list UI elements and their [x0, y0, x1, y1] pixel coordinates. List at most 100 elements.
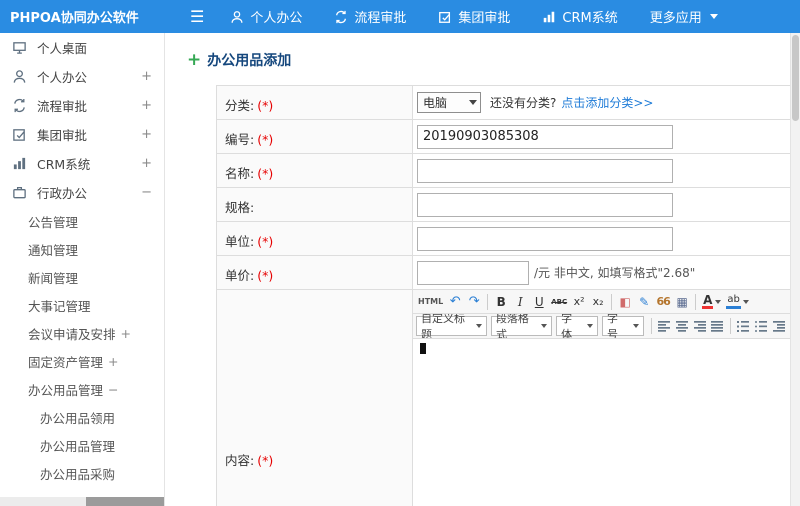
chevron-down-icon — [586, 324, 593, 328]
redo-icon[interactable]: ↷ — [465, 292, 483, 311]
sidebar-item-supplies-purchase[interactable]: 办公用品采购 — [0, 459, 164, 487]
editor-content-area[interactable] — [413, 339, 790, 506]
briefcase-icon — [12, 185, 28, 200]
indent-icon[interactable] — [770, 317, 787, 336]
name-label: 名称: (*) — [217, 154, 413, 187]
nav-personal-office[interactable]: 个人办公 — [230, 7, 302, 26]
required-mark: (*) — [257, 132, 274, 147]
form-row-category: 分类: (*) 电脑 还没有分类? 点击添加分类>> — [217, 86, 790, 120]
toolbar-separator — [611, 293, 613, 310]
nav-crm-system[interactable]: CRM系统 — [542, 7, 618, 26]
font-size-select[interactable]: 字号 — [601, 314, 644, 338]
sidebar-item-group-approval[interactable]: 集团审批 + — [0, 120, 164, 149]
expand-toggle[interactable]: + — [141, 156, 152, 171]
app-logo[interactable]: PHPOA协同办公软件 — [0, 7, 172, 26]
sidebar-item-label: 行政办公 — [37, 186, 88, 201]
expand-toggle[interactable]: + — [121, 326, 131, 341]
sidebar-item-supplies-manage[interactable]: 办公用品管理 — [0, 431, 164, 459]
custom-title-select[interactable]: 自定义标题 — [416, 314, 487, 338]
nav-label: CRM系统 — [562, 11, 618, 26]
source-code-button[interactable]: HTML — [416, 292, 445, 311]
blockquote-button[interactable]: 66 — [654, 292, 672, 311]
expand-toggle[interactable]: + — [108, 354, 118, 369]
nav-label: 更多应用 — [649, 11, 702, 26]
subscript-button[interactable]: x₂ — [589, 292, 607, 311]
editor-toolbar-row1: HTML ↶ ↷ B I U ABC x² x₂ ◧ ✎ 66 ▦ A ab — [413, 290, 790, 314]
sidebar-item-crm-system[interactable]: CRM系统 + — [0, 149, 164, 178]
paragraph-format-select[interactable]: 段落格式 — [490, 314, 553, 338]
sidebar-item-announcement-mgmt[interactable]: 公告管理 — [0, 207, 164, 235]
price-format-hint: /元 非中文, 如填写格式"2.68" — [534, 266, 696, 280]
chevron-down-icon — [709, 14, 718, 19]
text-cursor — [420, 343, 426, 354]
sidebar-item-admin-office[interactable]: 行政办公 − — [0, 178, 164, 207]
main-content: + 办公用品添加 分类: (*) 电脑 还没有分类? 点击添加分类>> 编号: (*… — [166, 33, 791, 506]
underline-button[interactable]: U — [530, 292, 548, 311]
undo-icon[interactable]: ↶ — [446, 292, 464, 311]
italic-button[interactable]: I — [511, 292, 529, 311]
nav-more-apps[interactable]: 更多应用 — [650, 7, 718, 26]
form-row-name: 名称: (*) — [217, 154, 790, 188]
sidebar-item-label: 办公用品领用 — [40, 410, 116, 426]
scrollbar-thumb[interactable] — [86, 497, 164, 506]
code-input[interactable] — [417, 124, 673, 149]
format-brush-icon[interactable]: ✎ — [635, 292, 653, 311]
ordered-list-icon[interactable] — [735, 317, 752, 336]
category-select-value: 电脑 — [423, 96, 448, 110]
chevron-down-icon — [715, 299, 722, 304]
chevron-down-icon — [469, 100, 477, 105]
chart-icon — [12, 156, 28, 171]
collapse-toggle[interactable]: − — [108, 382, 118, 397]
sidebar-item-news-mgmt[interactable]: 新闻管理 — [0, 263, 164, 291]
add-category-link[interactable]: 点击添加分类>> — [561, 94, 653, 111]
name-input[interactable] — [417, 158, 673, 183]
bold-button[interactable]: B — [492, 292, 510, 311]
align-left-icon[interactable] — [656, 317, 673, 336]
sidebar-item-label: 办公用品采购 — [40, 466, 116, 482]
align-justify-icon[interactable] — [709, 317, 726, 336]
nav-workflow-approval[interactable]: 流程审批 — [334, 7, 406, 26]
expand-toggle[interactable]: + — [141, 69, 152, 84]
highlight-color-button[interactable]: ab — [724, 292, 750, 311]
expand-toggle[interactable]: + — [141, 98, 152, 113]
eraser-icon[interactable]: ◧ — [616, 292, 634, 311]
sidebar-item-meeting-request[interactable]: 会议申请及安排 + — [0, 319, 164, 347]
sidebar-item-personal-office[interactable]: 个人办公 + — [0, 62, 164, 91]
toolbar-separator — [650, 318, 652, 334]
expand-toggle[interactable]: + — [141, 127, 152, 142]
price-input[interactable] — [417, 260, 529, 285]
collapse-toggle[interactable]: − — [141, 185, 152, 200]
required-mark: (*) — [257, 453, 274, 468]
sidebar-item-notice-mgmt[interactable]: 通知管理 — [0, 235, 164, 263]
align-center-icon[interactable] — [673, 317, 690, 336]
sidebar-item-personal-desktop[interactable]: 个人桌面 — [0, 33, 164, 62]
unit-input[interactable] — [417, 226, 673, 251]
category-select[interactable]: 电脑 — [417, 92, 481, 113]
align-right-icon[interactable] — [691, 317, 708, 336]
spec-input[interactable] — [417, 192, 673, 217]
unordered-list-icon[interactable] — [752, 317, 769, 336]
category-hint: 还没有分类? — [490, 96, 557, 110]
scrollbar-thumb[interactable] — [792, 35, 799, 121]
sidebar-item-office-supplies-mgmt[interactable]: 办公用品管理 − — [0, 375, 164, 403]
sidebar-item-label: 办公用品管理 — [28, 382, 104, 398]
sidebar-item-supplies-claim[interactable]: 办公用品领用 — [0, 403, 164, 431]
table-icon[interactable]: ▦ — [673, 292, 691, 311]
vertical-scrollbar[interactable] — [790, 33, 800, 506]
nav-group-approval[interactable]: 集团审批 — [438, 7, 510, 26]
font-color-button[interactable]: A — [700, 292, 723, 311]
sidebar-item-label: 个人桌面 — [37, 41, 88, 56]
strikethrough-button[interactable]: ABC — [549, 292, 569, 311]
sidebar-item-label: 公告管理 — [28, 214, 79, 230]
required-mark: (*) — [257, 234, 274, 249]
sidebar-item-memorabilia-mgmt[interactable]: 大事记管理 — [0, 291, 164, 319]
font-family-select[interactable]: 字体 — [556, 314, 598, 338]
sidebar-item-workflow-approval[interactable]: 流程审批 + — [0, 91, 164, 120]
required-mark: (*) — [257, 98, 274, 113]
sidebar-horizontal-scrollbar[interactable] — [0, 497, 164, 506]
sidebar-item-fixed-assets-mgmt[interactable]: 固定资产管理 + — [0, 347, 164, 375]
hamburger-icon[interactable]: ☰ — [190, 7, 204, 26]
superscript-button[interactable]: x² — [570, 292, 588, 311]
required-mark: (*) — [257, 268, 274, 283]
toolbar-separator — [695, 293, 697, 310]
